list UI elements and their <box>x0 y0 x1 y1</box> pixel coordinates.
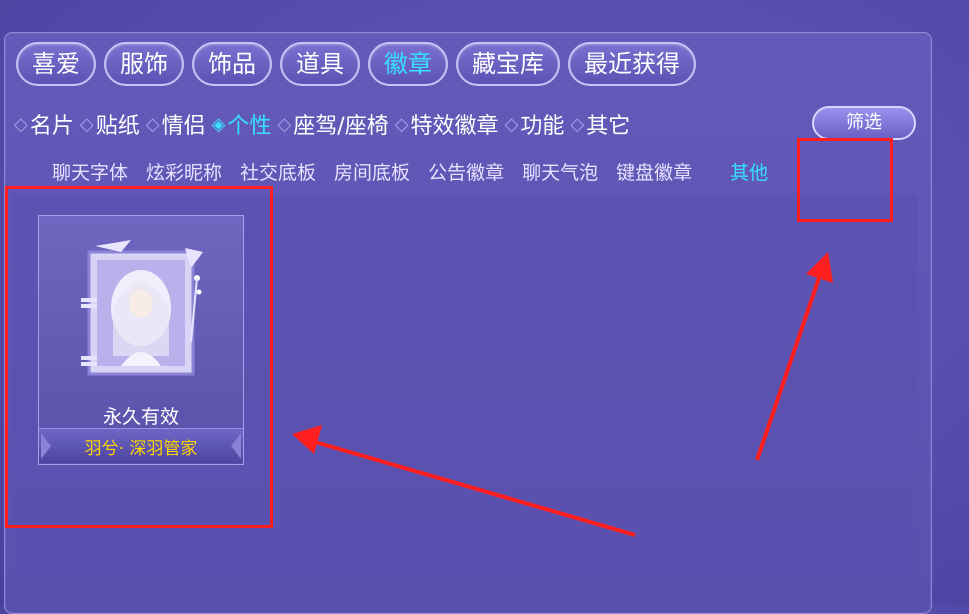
subtab-sticker[interactable]: ◇ 贴纸 <box>80 108 140 140</box>
category-colorful-nickname[interactable]: 炫彩昵称 <box>146 158 222 185</box>
tab-accessories[interactable]: 饰品 <box>192 42 272 86</box>
subtab-label: 贴纸 <box>95 114 140 139</box>
subtab-label: 功能 <box>520 114 565 139</box>
diamond-icon: ◇ <box>504 113 519 135</box>
highlight-box-item <box>5 186 273 528</box>
subtab-row: ◇ 名片 ◇ 贴纸 ◇ 情侣 ◈ 个性 ◇ 座驾/座椅 ◇ 特效徽章 ◇ 功能 ◇ 其它 <box>14 108 636 140</box>
category-social-base[interactable]: 社交底板 <box>240 158 316 185</box>
subtab-label: 特效徽章 <box>410 114 499 139</box>
tab-favorites[interactable]: 喜爱 <box>16 42 96 86</box>
subtab-function[interactable]: ◇ 功能 <box>505 108 565 140</box>
category-row: 聊天字体 炫彩昵称 社交底板 房间底板 公告徽章 聊天气泡 键盘徽章 其他 <box>52 158 786 185</box>
category-chat-font[interactable]: 聊天字体 <box>52 158 128 185</box>
subtab-label: 个性 <box>227 114 272 139</box>
highlight-box-category <box>797 138 893 222</box>
diamond-icon: ◇ <box>394 113 409 135</box>
category-notice-badge[interactable]: 公告徽章 <box>428 158 504 185</box>
subtab-card[interactable]: ◇ 名片 <box>14 108 74 140</box>
subtab-label: 其它 <box>586 114 631 139</box>
category-keyboard-badge[interactable]: 键盘徽章 <box>616 158 692 185</box>
diamond-filled-icon: ◈ <box>211 113 226 135</box>
category-other[interactable]: 其他 <box>730 158 768 185</box>
diamond-icon: ◇ <box>14 113 28 135</box>
tab-treasury[interactable]: 藏宝库 <box>456 42 560 86</box>
subtab-other[interactable]: ◇ 其它 <box>570 108 630 140</box>
filter-button[interactable]: 筛选 <box>812 106 916 140</box>
diamond-icon: ◇ <box>79 113 94 135</box>
subtab-label: 名片 <box>29 114 74 139</box>
tab-recent[interactable]: 最近获得 <box>568 42 696 86</box>
subtab-label: 座驾/座椅 <box>293 114 389 139</box>
category-room-base[interactable]: 房间底板 <box>334 158 410 185</box>
main-tabs: 喜爱 服饰 饰品 道具 徽章 藏宝库 最近获得 <box>16 42 696 86</box>
diamond-icon: ◇ <box>277 113 292 135</box>
subtab-effect-badge[interactable]: ◇ 特效徽章 <box>395 108 499 140</box>
tab-props[interactable]: 道具 <box>280 42 360 86</box>
subtab-couple[interactable]: ◇ 情侣 <box>146 108 206 140</box>
tab-clothing[interactable]: 服饰 <box>104 42 184 86</box>
tab-badges[interactable]: 徽章 <box>368 42 448 86</box>
diamond-icon: ◇ <box>570 113 585 135</box>
category-chat-bubble[interactable]: 聊天气泡 <box>522 158 598 185</box>
subtab-label: 情侣 <box>161 114 206 139</box>
subtab-personal[interactable]: ◈ 个性 <box>212 108 272 140</box>
diamond-icon: ◇ <box>145 113 160 135</box>
subtab-vehicle-seat[interactable]: ◇ 座驾/座椅 <box>277 108 388 140</box>
